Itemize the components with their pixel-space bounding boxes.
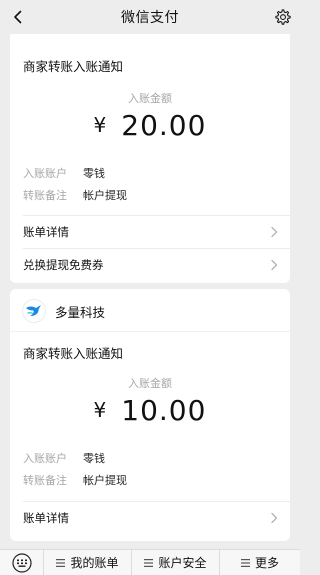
field-key: 入账账户 bbox=[23, 452, 67, 465]
bird-logo-icon bbox=[22, 299, 46, 323]
amount-label: 入账金额 bbox=[128, 377, 172, 390]
field-key: 入账账户 bbox=[23, 167, 67, 180]
bottom-menu-bar: 我的账单 账户安全 更多 bbox=[0, 549, 300, 575]
field-key: 转账备注 bbox=[23, 189, 67, 202]
field-value: 零钱 bbox=[83, 452, 105, 465]
menu-item-label: 账户安全 bbox=[158, 556, 207, 570]
field-key: 转账备注 bbox=[23, 474, 67, 487]
amount-number: 10.00 bbox=[121, 394, 207, 427]
link-label: 账单详情 bbox=[23, 225, 69, 239]
amount-number: 20.00 bbox=[121, 109, 207, 142]
amount-value: ¥20.00 bbox=[10, 109, 290, 142]
keyboard-icon bbox=[11, 552, 32, 573]
link-label: 兑换提现免费券 bbox=[23, 258, 104, 272]
bill-details-link[interactable]: 账单详情 bbox=[10, 502, 290, 534]
amount-label: 入账金额 bbox=[128, 92, 172, 105]
menu-item-label: 更多 bbox=[254, 556, 279, 570]
menu-item-label: 我的账单 bbox=[70, 556, 119, 570]
transfer-notification-card: 商家转账入账通知 入账金额 ¥20.00 入账账户 零钱 转账备注 帐户提现 账… bbox=[10, 34, 290, 283]
chevron-right-icon bbox=[271, 259, 278, 271]
menu-lines-icon bbox=[56, 558, 66, 567]
amount-value: ¥10.00 bbox=[10, 394, 290, 427]
currency-symbol: ¥ bbox=[93, 113, 108, 137]
notification-title: 商家转账入账通知 bbox=[23, 59, 124, 74]
field-value: 帐户提现 bbox=[83, 189, 127, 202]
chevron-right-icon bbox=[271, 512, 278, 524]
field-value: 帐户提现 bbox=[83, 474, 127, 487]
nav-bar: 微信支付 bbox=[0, 0, 300, 34]
brand-name: 多量科技 bbox=[55, 304, 106, 320]
back-button[interactable] bbox=[6, 5, 30, 29]
field-value: 零钱 bbox=[83, 167, 105, 180]
chevron-left-icon bbox=[14, 10, 22, 24]
menu-account-security[interactable]: 账户安全 bbox=[132, 549, 220, 575]
notification-title: 商家转账入账通知 bbox=[23, 346, 124, 361]
chevron-right-icon bbox=[271, 226, 278, 238]
currency-symbol: ¥ bbox=[93, 398, 108, 422]
settings-button[interactable] bbox=[271, 5, 295, 29]
menu-lines-icon bbox=[144, 558, 154, 567]
keyboard-toggle-button[interactable] bbox=[0, 549, 44, 575]
page-title: 微信支付 bbox=[121, 10, 179, 26]
link-label: 账单详情 bbox=[23, 511, 69, 525]
menu-more[interactable]: 更多 bbox=[220, 550, 300, 575]
transfer-notification-card: 多量科技 商家转账入账通知 入账金额 ¥10.00 入账账户 零钱 转账备注 帐… bbox=[10, 289, 290, 541]
redeem-coupon-link[interactable]: 兑换提现免费券 bbox=[10, 249, 290, 281]
gear-icon bbox=[275, 9, 291, 25]
brand-header[interactable]: 多量科技 bbox=[22, 299, 105, 323]
bill-details-link[interactable]: 账单详情 bbox=[10, 216, 290, 248]
menu-my-bills[interactable]: 我的账单 bbox=[44, 549, 132, 575]
divider bbox=[10, 331, 290, 332]
menu-lines-icon bbox=[240, 558, 250, 567]
